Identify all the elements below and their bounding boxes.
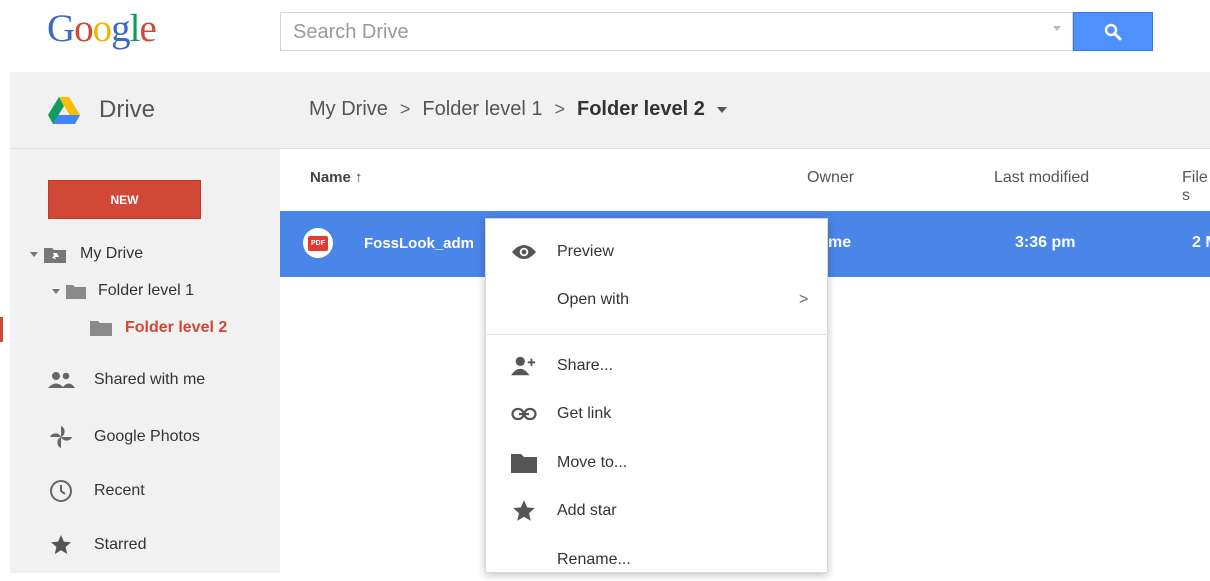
context-menu: Preview Open with > Share... Get link Mo… xyxy=(485,218,829,573)
nav-label: Shared with me xyxy=(94,371,206,388)
file-size: 2 M xyxy=(1192,234,1210,251)
menu-item-label: Rename... xyxy=(557,551,631,568)
logo-letter: l xyxy=(129,7,141,50)
folder-icon xyxy=(511,454,537,473)
logo-letter: e xyxy=(139,7,157,50)
tree-item-my-drive[interactable]: My Drive xyxy=(30,245,143,263)
nav-label: Google Photos xyxy=(94,428,200,445)
expand-arrow-icon[interactable] xyxy=(30,251,38,257)
column-header-owner: Owner xyxy=(807,169,855,186)
expand-arrow-icon[interactable] xyxy=(52,288,60,294)
folder-icon xyxy=(66,284,86,299)
drive-logo-icon[interactable] xyxy=(48,97,80,125)
tree-label: Folder level 1 xyxy=(98,282,195,299)
submenu-arrow-icon: > xyxy=(799,291,809,308)
folder-icon xyxy=(90,321,112,336)
search-input[interactable] xyxy=(291,14,1035,51)
menu-item-label: Move to... xyxy=(557,454,628,471)
star-icon xyxy=(513,500,535,521)
eye-icon xyxy=(512,245,536,259)
drive-header-bar: Drive My Drive > Folder level 1 > Folder… xyxy=(10,72,1210,149)
file-owner: me xyxy=(828,234,852,251)
column-header-file-size: File s xyxy=(1182,169,1208,204)
column-header-name[interactable]: Name ↑ xyxy=(310,169,363,186)
breadcrumb-separator: > xyxy=(554,99,565,119)
drive-folder-icon xyxy=(44,247,66,263)
breadcrumb-separator: > xyxy=(399,99,411,119)
menu-item-open-with[interactable]: Open with > xyxy=(486,279,829,321)
nav-starred[interactable]: Starred xyxy=(46,533,146,557)
sidebar: NEW My Drive Folder level 1 Folder level… xyxy=(0,149,280,573)
file-name: FossLook_adm xyxy=(364,235,475,252)
breadcrumb-folder-level-2[interactable]: Folder level 2 xyxy=(577,98,705,121)
nav-label: Starred xyxy=(94,536,147,553)
search-icon xyxy=(1104,23,1122,40)
star-icon xyxy=(51,535,71,554)
menu-item-get-link[interactable]: Get link xyxy=(486,393,829,435)
file-last-modified: 3:36 pm xyxy=(1015,234,1076,251)
logo-letter: o xyxy=(74,7,93,50)
search-button[interactable] xyxy=(1073,12,1153,51)
menu-item-add-star[interactable]: Add star xyxy=(486,490,829,532)
breadcrumb-my-drive[interactable]: My Drive xyxy=(309,98,388,121)
top-bar: Google xyxy=(0,0,1210,72)
pinwheel-icon xyxy=(50,426,72,448)
pdf-badge-label: PDF xyxy=(308,235,328,251)
column-header-last-modified[interactable]: Last modified xyxy=(994,169,1089,187)
menu-divider xyxy=(486,334,829,335)
search-box xyxy=(280,12,1073,51)
drive-title: Drive xyxy=(99,96,156,123)
people-icon xyxy=(48,372,75,388)
tree-label: My Drive xyxy=(80,245,144,262)
selected-item-marker xyxy=(0,317,3,342)
menu-item-label: Get link xyxy=(557,405,612,422)
nav-label: Recent xyxy=(94,482,145,499)
link-icon xyxy=(511,407,537,421)
logo-letter: g xyxy=(111,7,130,50)
tree-item-folder-level-1[interactable]: Folder level 1 xyxy=(52,282,194,300)
nav-google-photos[interactable]: Google Photos xyxy=(46,425,200,449)
menu-item-share[interactable]: Share... xyxy=(486,345,829,387)
menu-item-rename[interactable]: Rename... xyxy=(486,539,829,581)
tree-item-folder-level-2[interactable]: Folder level 2 xyxy=(90,319,227,337)
nav-recent[interactable]: Recent xyxy=(46,479,145,503)
breadcrumb-folder-level-1[interactable]: Folder level 1 xyxy=(422,98,542,121)
nav-shared-with-me[interactable]: Shared with me xyxy=(46,371,205,389)
breadcrumb: My Drive > Folder level 1 > Folder level… xyxy=(309,98,727,121)
menu-item-label: Open with xyxy=(557,291,630,308)
search-options-caret[interactable] xyxy=(1053,26,1061,31)
logo-letter: o xyxy=(92,7,112,50)
breadcrumb-dropdown-caret-icon[interactable] xyxy=(716,106,727,113)
menu-item-preview[interactable]: Preview xyxy=(486,231,829,273)
logo-letter: G xyxy=(47,7,75,50)
menu-item-label: Share... xyxy=(557,357,614,374)
menu-item-label: Add star xyxy=(557,502,617,519)
menu-item-move-to[interactable]: Move to... xyxy=(486,442,829,484)
google-logo[interactable]: Google xyxy=(47,6,157,51)
new-button[interactable]: NEW xyxy=(48,180,201,219)
menu-item-label: Preview xyxy=(557,243,614,260)
tree-label: Folder level 2 xyxy=(125,319,228,336)
add-person-icon xyxy=(511,356,536,376)
pdf-icon: PDF xyxy=(303,228,333,258)
clock-icon xyxy=(50,480,72,502)
